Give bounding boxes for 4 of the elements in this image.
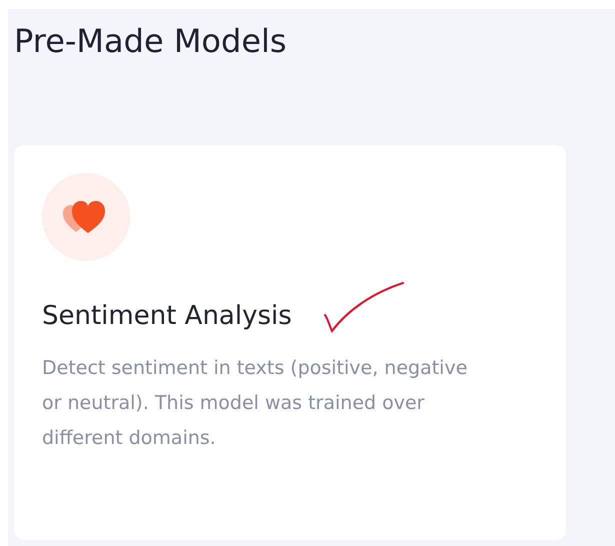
model-card[interactable]: Sentiment Analysis Detect sentiment in texts (positive, negative or neutral). This model was trained over different domains. (14, 145, 566, 540)
model-description: Detect sentiment in texts (positive, negative or neutral). This model was trained over different domains. (42, 356, 468, 451)
model-title: Sentiment Analysis (42, 301, 292, 333)
page-title: Pre-Made Models (14, 23, 288, 59)
